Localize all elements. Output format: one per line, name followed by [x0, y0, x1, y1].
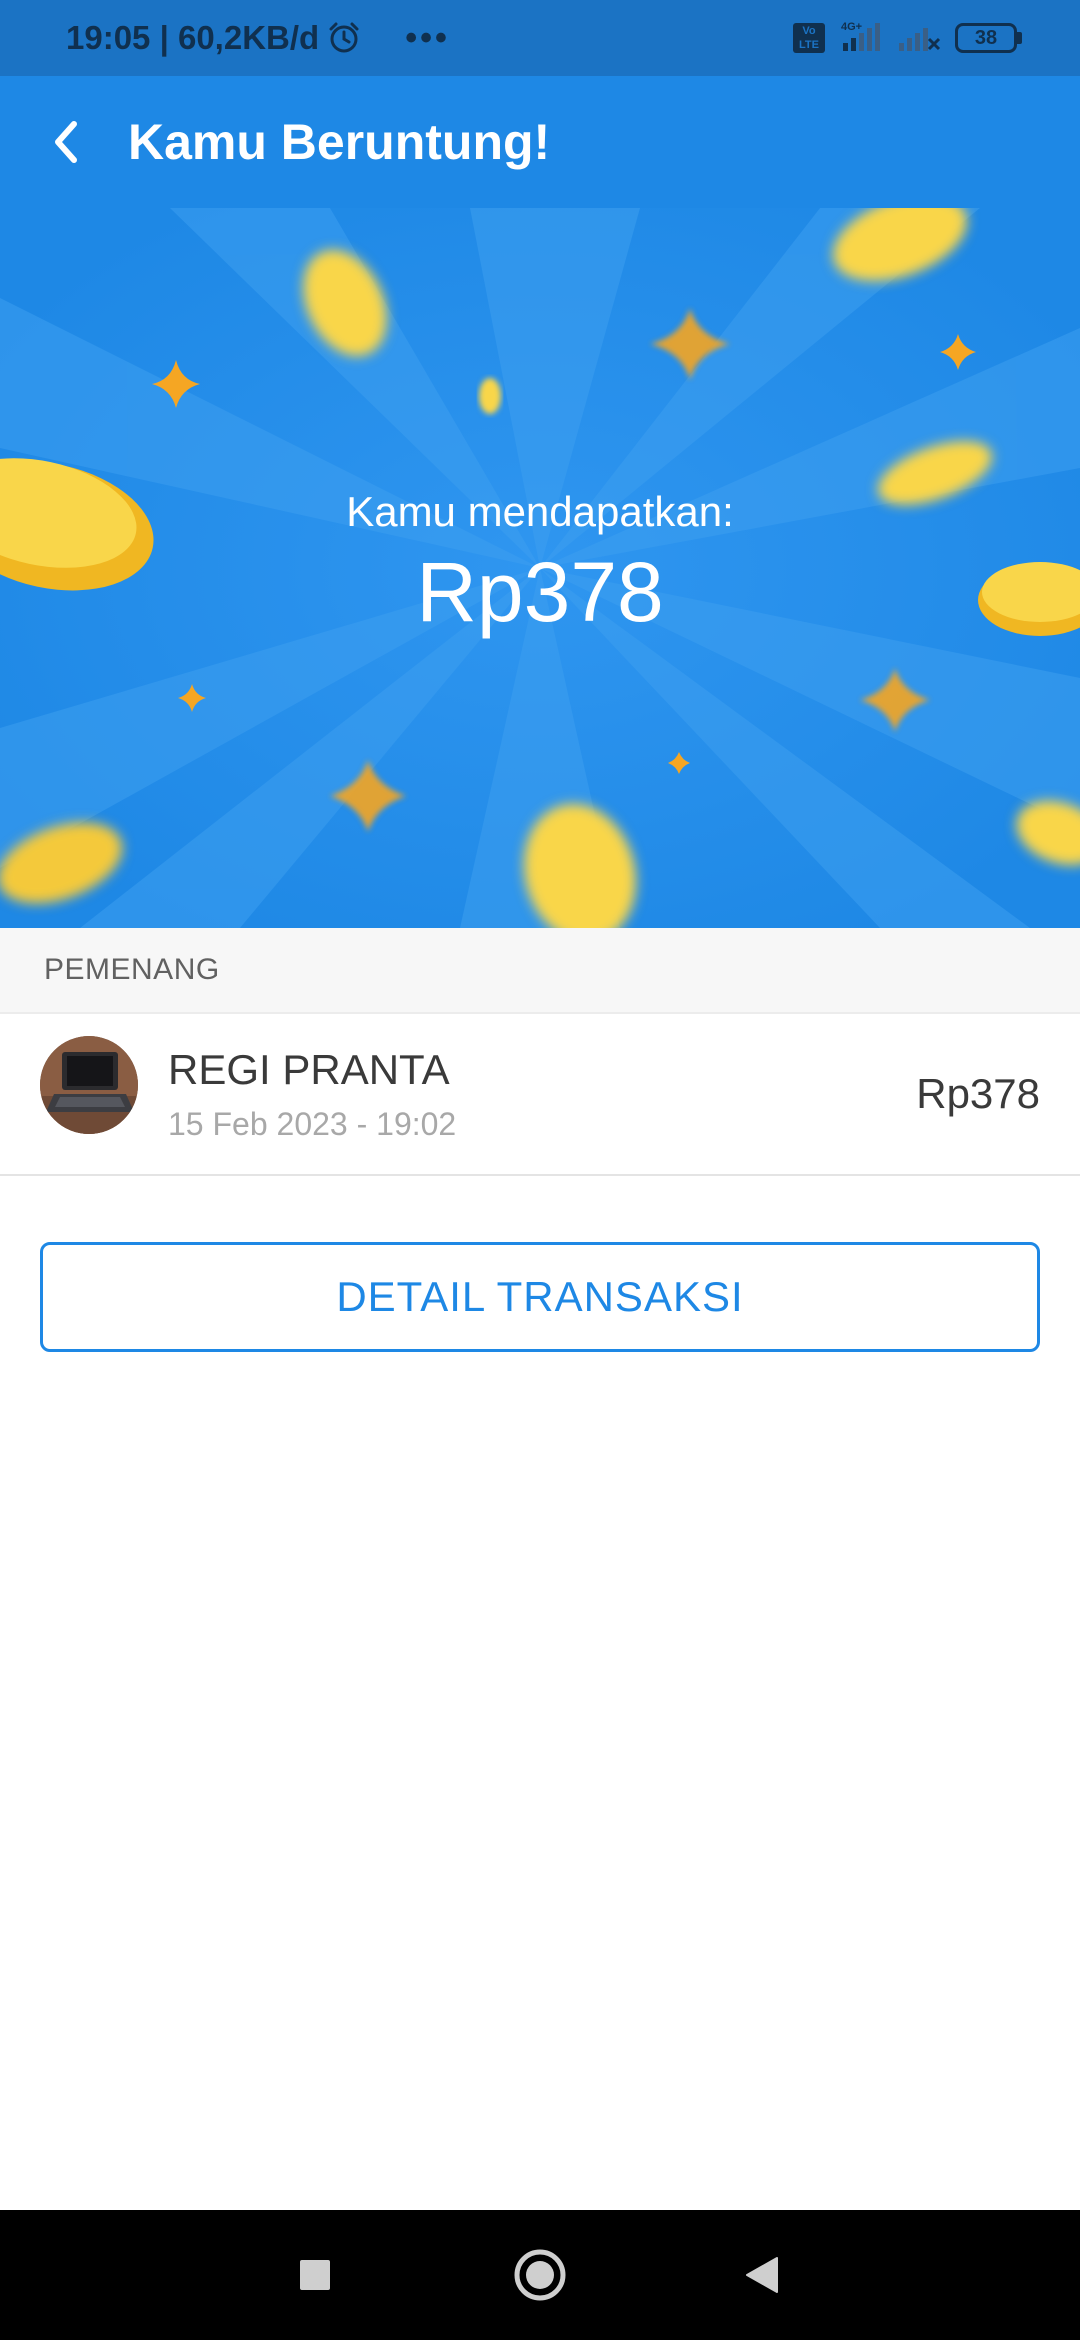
svg-text:4G+: 4G+	[841, 21, 862, 33]
reward-label: Kamu mendapatkan:	[346, 488, 734, 535]
signal-no-service-icon	[897, 19, 941, 58]
more-notifications-icon: •••	[405, 18, 450, 57]
reward-amount: Rp378	[416, 545, 664, 639]
nav-back-button[interactable]	[728, 2242, 794, 2308]
recents-button[interactable]	[282, 2242, 348, 2308]
back-button[interactable]	[34, 110, 98, 174]
alarm-icon	[327, 21, 361, 55]
page-title: Kamu Beruntung!	[128, 114, 551, 170]
status-bar: 19:05 | 60,2KB/d ••• Vo LTE 4G+ 38	[0, 0, 1080, 76]
signal-4g-icon: 4G+	[839, 19, 883, 58]
detail-transaction-button[interactable]: DETAIL TRANSAKSI	[40, 1242, 1040, 1352]
avatar	[40, 1036, 138, 1134]
battery-icon: 38	[955, 23, 1022, 53]
circle-icon	[514, 2249, 566, 2301]
chevron-left-icon	[55, 121, 77, 163]
home-button[interactable]	[507, 2242, 573, 2308]
winner-name: REGI PRANTA	[168, 1046, 450, 1093]
triangle-back-icon	[746, 2257, 778, 2293]
winners-header-label: PEMENANG	[44, 953, 220, 986]
app-bar: Kamu Beruntung!	[0, 76, 1080, 208]
status-time-speed: 19:05 | 60,2KB/d	[66, 19, 320, 56]
winner-date: 15 Feb 2023 - 19:02	[168, 1106, 457, 1142]
volte-icon: Vo LTE	[793, 23, 825, 53]
reward-banner: Kamu mendapatkan: Rp378	[0, 208, 1080, 928]
battery-level: 38	[974, 26, 998, 49]
winner-row: REGI PRANTA 15 Feb 2023 - 19:02 Rp378	[0, 1014, 1080, 1176]
winners-header: PEMENANG	[0, 928, 1080, 1014]
status-left: 19:05 | 60,2KB/d •••	[66, 0, 450, 76]
system-nav-bar	[0, 2210, 1080, 2340]
square-icon	[300, 2260, 330, 2290]
status-right: Vo LTE 4G+ 38	[793, 0, 1022, 76]
winner-amount: Rp378	[916, 1070, 1040, 1117]
